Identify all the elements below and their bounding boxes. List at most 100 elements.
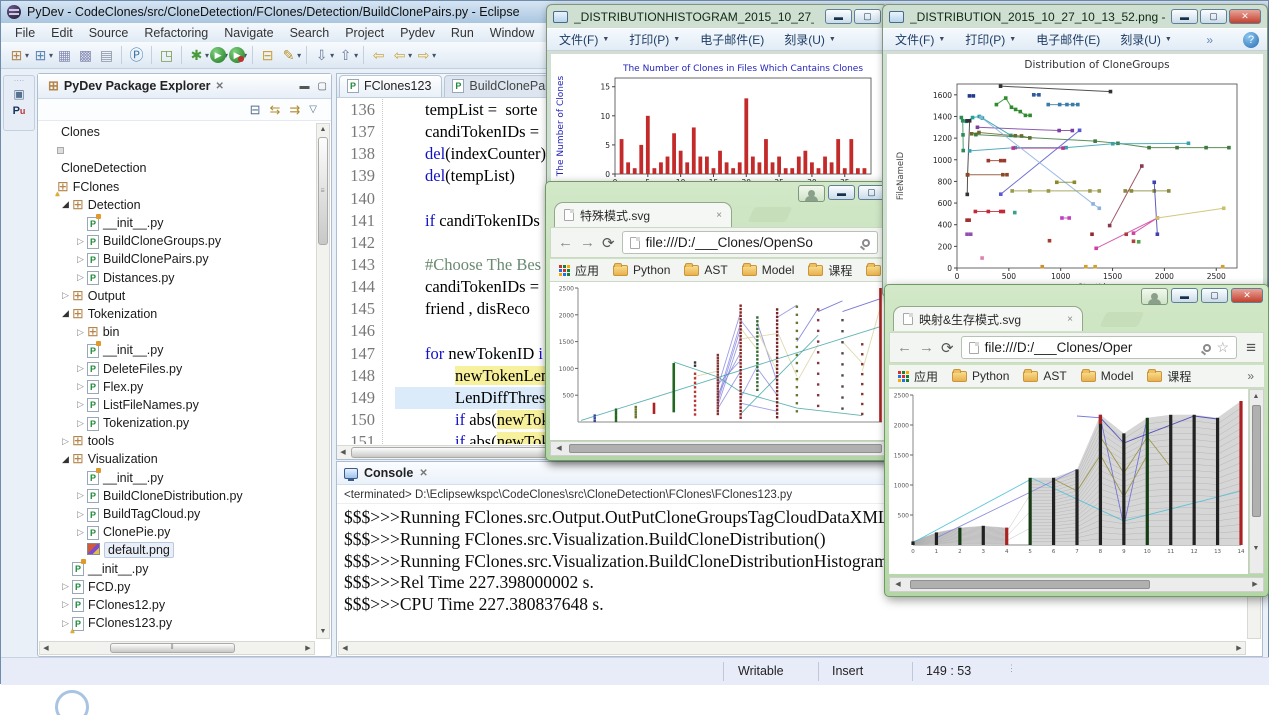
viewer-menu-电子邮件(E)[interactable]: 电子邮件(E) [700,31,764,48]
tree-item-buildclonedistribution-py[interactable]: ▷PBuildCloneDistribution.py [40,487,315,505]
scroll-down-icon[interactable]: ▼ [317,626,329,638]
expand-icon[interactable]: ▷ [59,599,72,610]
tree-item[interactable] [40,141,315,159]
scroll-right-icon[interactable]: ▶ [1233,643,1245,655]
viewer-menu-刻录(U)[interactable]: 刻录(U)▼ [1120,31,1172,48]
bookmark-ast[interactable]: AST [1023,369,1066,383]
bookmark-model[interactable]: Model [1081,369,1134,383]
tree-item-listfilenames-py[interactable]: ▷PListFileNames.py [40,396,315,414]
expand-icon[interactable]: ▷ [74,509,87,520]
new-tab-button[interactable] [1100,312,1145,327]
tree-item-buildtagcloud-py[interactable]: ▷PBuildTagCloud.py [40,505,315,523]
tree-item---init---py[interactable]: P__init__.py [40,560,315,578]
reload-icon[interactable]: ⟳ [602,234,615,252]
link-editor-icon[interactable]: ⇆ [269,102,280,118]
prev-annotation-button[interactable]: ⇧ [335,45,356,66]
expand-icon[interactable]: ▷ [74,236,87,247]
new-file-button[interactable]: ⊞ [30,45,51,66]
tree-item-tools[interactable]: ▷⊞tools [40,432,315,450]
address-bar[interactable]: file:///D:/___Clones/Oper ☆ [961,336,1238,359]
expand-icon[interactable]: ◢ [59,454,72,465]
debug-button[interactable]: ✱ [186,45,207,66]
menu-search[interactable]: Search [282,25,338,41]
tree-item-distances-py[interactable]: ▷PDistances.py [40,269,315,287]
viewer-menu-文件(F)[interactable]: 文件(F)▼ [559,31,609,48]
forward-icon[interactable]: → [580,234,595,251]
bookmark-课程[interactable]: 课程 [1147,368,1191,385]
maximize-button[interactable]: ▢ [858,185,885,200]
scroll-left-icon[interactable]: ◀ [337,447,349,459]
scroll-up-icon[interactable]: ▲ [1250,391,1262,403]
expand-icon[interactable]: ▷ [74,327,87,338]
tree-item-tokenization-py[interactable]: ▷PTokenization.py [40,414,315,432]
collapse-all-icon[interactable]: ⊟ [250,102,261,118]
chrome-menu-icon[interactable]: ≡ [1246,338,1256,358]
restore-button[interactable]: ▢ [1200,9,1227,24]
bookmark-ast[interactable]: AST [684,263,727,277]
tree-item---init---py[interactable]: P__init__.py [40,469,315,487]
scroll-left-icon[interactable]: ◀ [40,643,52,655]
scrollbar-thumb[interactable] [1252,405,1261,517]
tree-item-buildclonepairs-py[interactable]: ▷PBuildClonePairs.py [40,250,315,268]
tree-item-buildclonegroups-py[interactable]: ▷PBuildCloneGroups.py [40,232,315,250]
tree-item-deletefiles-py[interactable]: ▷PDeleteFiles.py [40,359,315,377]
open-wizard-button[interactable]: ◳ [156,45,177,66]
view-menu-icon[interactable]: ▽ [309,104,317,115]
tree-item---init---py[interactable]: P__init__.py [40,341,315,359]
search-icon[interactable] [1203,344,1211,352]
menu-file[interactable]: File [7,25,43,41]
bookmark-python[interactable]: Python [952,369,1009,383]
scrollbar-thumb[interactable] [910,580,1150,589]
explorer-horizontal-scrollbar[interactable]: ◀ ⦀ ▶ [39,641,315,655]
console-horizontal-scrollbar[interactable]: ◀ ▶ [338,641,1246,655]
tree-item-bin[interactable]: ▷⊞bin [40,323,315,341]
maximize-view-icon[interactable]: ▢ [318,81,327,92]
minimize-button[interactable]: ▬ [828,185,855,200]
new-button[interactable]: ⊞ [6,45,27,66]
tree-item-fclones123-py[interactable]: ▷PFClones123.py [40,614,315,632]
browser-tab[interactable]: 特殊模式.svg × [554,202,732,227]
minimize-button[interactable]: ▬ [1171,288,1198,303]
scroll-left-icon[interactable]: ◀ [339,643,351,655]
expand-icon[interactable]: ▷ [74,381,87,392]
next-annotation-button[interactable]: ⇩ [311,45,332,66]
tree-item-clonepie-py[interactable]: ▷PClonePie.py [40,523,315,541]
restore-view-icon[interactable]: ▣ [13,87,24,101]
open-folder-button[interactable]: ⊟ [257,45,278,66]
scroll-right-icon[interactable]: ▶ [302,643,314,655]
viewer-menu-电子邮件(E)[interactable]: 电子邮件(E) [1036,31,1100,48]
tree-item-clonedetection[interactable]: CloneDetection [40,159,315,177]
back-icon[interactable]: ← [558,234,573,251]
explorer-vertical-scrollbar[interactable]: ▲ ≡ ▼ [316,123,330,639]
tree-item---init---py[interactable]: P__init__.py [40,214,315,232]
search-icon[interactable] [862,239,870,247]
expand-icon[interactable]: ▷ [74,399,87,410]
help-icon[interactable]: ? [1243,32,1259,48]
forward-button[interactable]: ⇨ [413,45,434,66]
expand-icon[interactable]: ◢ [59,199,72,210]
scroll-right-icon[interactable]: ▶ [1249,579,1261,591]
viewer-menu-文件(F)[interactable]: 文件(F)▼ [895,31,945,48]
viewer-menu-刻录(U)[interactable]: 刻录(U)▼ [784,31,836,48]
profile-button[interactable] [798,185,825,202]
menu-window[interactable]: Window [482,25,542,41]
scrollbar-thumb[interactable] [569,444,882,453]
close-button[interactable]: ✕ [1229,9,1261,24]
bookmark-model[interactable]: Model [742,263,795,277]
save-button[interactable]: ▦ [54,45,75,66]
expand-icon[interactable]: ▷ [59,581,72,592]
tab-package-explorer[interactable]: ⊞ PyDev Package Explorer ✕ [42,76,230,96]
start-orb-partial[interactable] [55,690,89,715]
run-button[interactable]: ▶ [210,47,226,63]
back-icon[interactable]: ← [897,339,912,356]
address-bar[interactable]: file:///D:/___Clones/OpenSo [622,231,878,254]
apps-shortcut[interactable]: 应用 [898,368,938,385]
tree-item-detection[interactable]: ◢⊞Detection [40,196,315,214]
menu-overflow-icon[interactable]: » [1206,33,1213,47]
browser-horizontal-scrollbar[interactable]: ◀ ▶ [889,577,1264,592]
menu-source[interactable]: Source [81,25,137,41]
scroll-down-icon[interactable]: ▼ [1250,543,1262,555]
scrollbar-thumb[interactable]: ≡ [318,137,328,245]
menu-refactoring[interactable]: Refactoring [136,25,216,41]
menu-navigate[interactable]: Navigate [216,25,281,41]
